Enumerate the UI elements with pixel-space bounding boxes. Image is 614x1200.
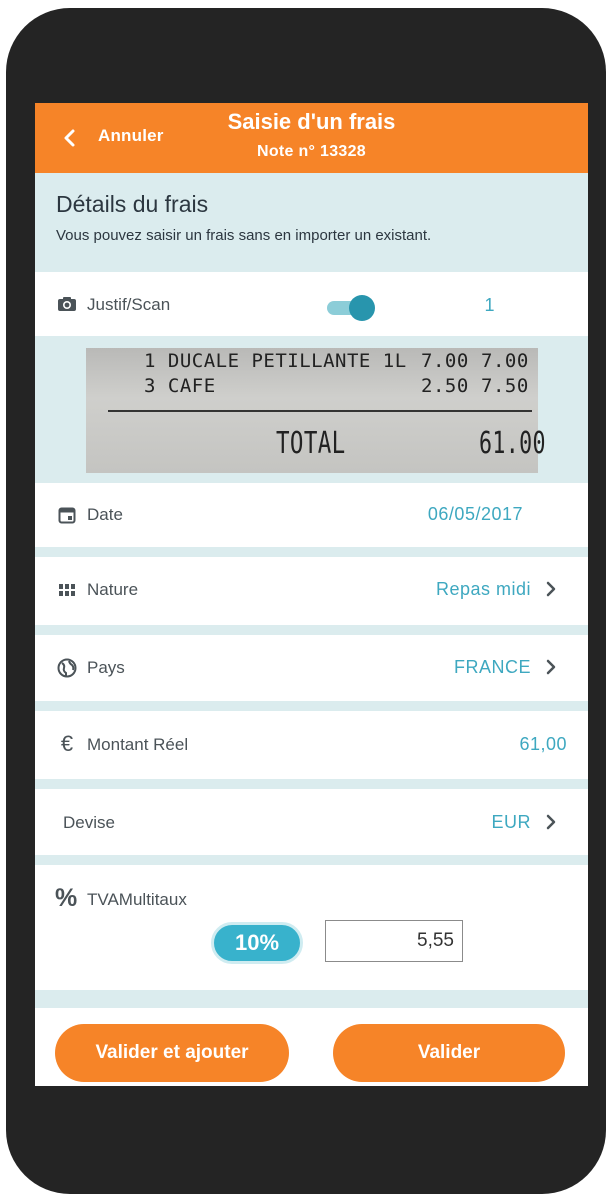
montant-value[interactable]: 61,00: [519, 734, 567, 755]
receipt-line-unit: 7.00: [421, 350, 469, 372]
receipt-image[interactable]: 1 DUCALE PETILLANTE 1L 7.00 7.00 3 CAFE …: [86, 348, 545, 473]
tva-section: % TVAMultitaux 10%: [35, 865, 588, 990]
validate-button[interactable]: Valider: [333, 1024, 565, 1082]
date-row[interactable]: Date 06/05/2017: [35, 483, 588, 547]
tva-label: TVAMultitaux: [87, 890, 187, 909]
receipt-total-value: 61.00: [479, 426, 546, 461]
date-value[interactable]: 06/05/2017: [428, 504, 523, 525]
tva-amount-input[interactable]: [325, 920, 463, 962]
receipt-line-desc: 1 DUCALE PETILLANTE 1L: [144, 350, 407, 372]
calendar-icon: [56, 504, 78, 526]
pays-row[interactable]: Pays FRANCE: [35, 635, 588, 701]
percent-icon: %: [55, 884, 78, 912]
chevron-right-icon: [542, 656, 560, 678]
justif-row: Justif/Scan 1: [35, 272, 588, 336]
receipt-line-desc: 3 CAFE: [144, 375, 216, 397]
globe-icon: [56, 657, 78, 679]
app-screen: Annuler Saisie d'un frais Note n° 13328 …: [35, 103, 588, 1086]
devise-row[interactable]: Devise EUR: [35, 789, 588, 855]
justif-toggle-knob[interactable]: [349, 295, 375, 321]
devise-value[interactable]: EUR: [491, 812, 531, 833]
justif-label: Justif/Scan: [87, 295, 171, 314]
devise-label: Devise: [63, 813, 115, 832]
receipt-divider: [108, 410, 532, 412]
justif-count: 1: [484, 295, 495, 315]
montant-row[interactable]: € Montant Réel 61,00: [35, 711, 588, 779]
phone-frame: Annuler Saisie d'un frais Note n° 13328 …: [6, 8, 606, 1194]
pays-label: Pays: [87, 658, 125, 677]
grid-icon: [56, 579, 78, 601]
details-heading: Détails du frais: [56, 191, 209, 217]
nature-label: Nature: [87, 580, 139, 599]
receipt-total-label: TOTAL: [276, 426, 346, 461]
montant-label: Montant Réel: [87, 735, 189, 754]
nature-row[interactable]: Nature Repas midi: [35, 557, 588, 625]
pays-value[interactable]: FRANCE: [454, 657, 531, 678]
page-title: Saisie d'un frais: [227, 109, 396, 134]
validate-add-button[interactable]: Valider et ajouter: [55, 1024, 289, 1082]
chevron-right-icon: [542, 811, 560, 833]
euro-icon: €: [60, 731, 74, 756]
receipt-line-unit: 2.50: [421, 375, 469, 397]
details-section: Détails du frais Vous pouvez saisir un f…: [35, 173, 588, 272]
details-description: Vous pouvez saisir un frais sans en impo…: [56, 227, 432, 244]
date-label: Date: [87, 505, 123, 524]
nature-value[interactable]: Repas midi: [436, 579, 531, 600]
note-number: Note n° 13328: [256, 143, 366, 160]
receipt-line-total: 7.50: [481, 375, 529, 397]
receipt-area: 1 DUCALE PETILLANTE 1L 7.00 7.00 3 CAFE …: [35, 336, 588, 483]
chevron-right-icon: [542, 578, 560, 600]
receipt-line-total: 7.00: [481, 350, 529, 372]
camera-icon: [56, 293, 78, 315]
header-bar: Annuler Saisie d'un frais Note n° 13328: [35, 103, 588, 173]
tva-rate-button[interactable]: 10%: [211, 922, 303, 964]
